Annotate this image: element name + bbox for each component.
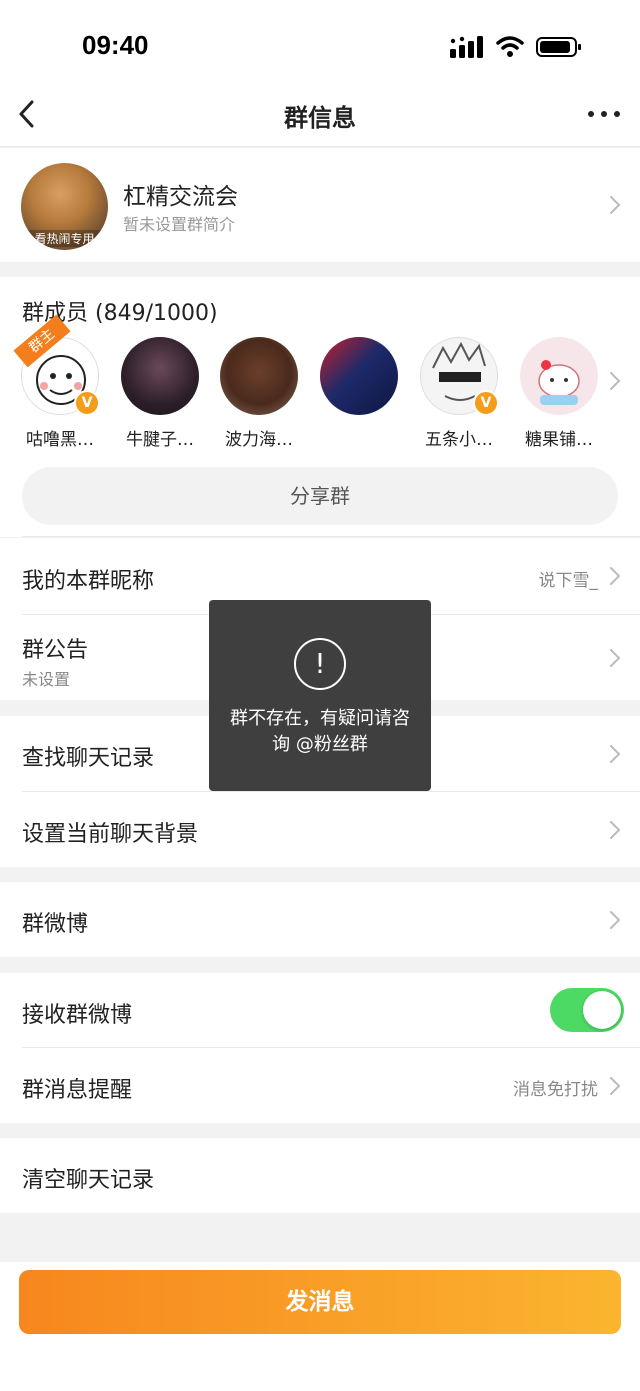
members-section: 群成员 (849/1000) V 咕噜黑… 牛腱子… 波力海… V 五条小… 糖… bbox=[0, 277, 640, 537]
group-avatar-caption: 看热闹专用 bbox=[21, 230, 108, 247]
receive-weibo-label: 接收群微博 bbox=[22, 1003, 133, 1028]
chevron-right-icon bbox=[610, 649, 621, 667]
member-item[interactable]: 糖果铺… bbox=[514, 337, 604, 450]
chevron-right-icon bbox=[610, 196, 621, 214]
nickname-value: 说下雪_ bbox=[538, 571, 599, 591]
avatar bbox=[320, 337, 398, 415]
chevron-right-icon bbox=[610, 745, 621, 763]
toggle-knob bbox=[583, 991, 621, 1029]
notice-label: 群公告 bbox=[22, 638, 89, 663]
group-description: 暂未设置群简介 bbox=[123, 215, 236, 234]
chevron-right-icon bbox=[610, 1077, 621, 1095]
clear-history-label: 清空聊天记录 bbox=[22, 1168, 155, 1193]
receive-weibo-row: 接收群微博 bbox=[0, 973, 640, 1047]
search-history-label: 查找聊天记录 bbox=[22, 746, 155, 771]
reminder-row[interactable]: 群消息提醒 消息免打扰 bbox=[0, 1048, 640, 1123]
signal-icon bbox=[450, 36, 483, 58]
member-name: 牛腱子… bbox=[126, 430, 194, 450]
toast-message: 群不存在，有疑问请咨询 @粉丝群 bbox=[230, 708, 410, 755]
chevron-right-icon bbox=[610, 911, 621, 929]
member-name: 波力海… bbox=[225, 430, 293, 450]
divider bbox=[22, 536, 640, 537]
status-icons bbox=[450, 35, 582, 59]
verified-badge: V bbox=[473, 390, 499, 416]
member-name: 咕噜黑… bbox=[26, 430, 94, 450]
wifi-icon bbox=[496, 36, 524, 57]
error-toast: ! 群不存在，有疑问请咨询 @粉丝群 bbox=[209, 600, 431, 791]
group-avatar: 看热闹专用 bbox=[21, 163, 108, 250]
chevron-right-icon bbox=[610, 821, 621, 839]
page-title: 群信息 bbox=[284, 104, 356, 132]
chevron-right-icon bbox=[610, 567, 621, 585]
reminder-label: 群消息提醒 bbox=[22, 1078, 133, 1103]
settings-group-3: 接收群微博 群消息提醒 消息免打扰 bbox=[0, 973, 640, 1123]
avatar: V bbox=[420, 337, 499, 416]
background-label: 设置当前聊天背景 bbox=[22, 822, 199, 847]
chevron-right-icon[interactable] bbox=[608, 370, 622, 392]
notice-sub: 未设置 bbox=[22, 670, 71, 689]
battery-icon bbox=[536, 37, 581, 57]
avatar bbox=[121, 337, 199, 415]
status-bar: 09:40 bbox=[0, 0, 640, 90]
background-row[interactable]: 设置当前聊天背景 bbox=[0, 792, 640, 867]
avatar bbox=[220, 337, 298, 415]
reminder-value: 消息免打扰 bbox=[513, 1080, 598, 1100]
member-item[interactable]: V 五条小… bbox=[414, 337, 504, 450]
group-weibo-row[interactable]: 群微博 bbox=[0, 882, 640, 957]
group-name: 杠精交流会 bbox=[123, 184, 238, 210]
group-weibo-label: 群微博 bbox=[22, 912, 89, 937]
member-item[interactable]: 波力海… bbox=[214, 337, 304, 450]
group-header[interactable]: 看热闹专用 杠精交流会 暂未设置群简介 bbox=[0, 148, 640, 262]
verified-badge: V bbox=[74, 390, 100, 416]
more-icon[interactable] bbox=[586, 102, 622, 126]
clear-history-row[interactable]: 清空聊天记录 bbox=[0, 1138, 640, 1213]
share-group-button[interactable]: 分享群 bbox=[22, 467, 618, 525]
member-item[interactable] bbox=[314, 337, 404, 425]
alert-icon: ! bbox=[294, 638, 346, 690]
send-message-button[interactable]: 发消息 bbox=[19, 1270, 621, 1334]
member-name: 糖果铺… bbox=[525, 430, 593, 450]
receive-weibo-toggle[interactable] bbox=[550, 988, 624, 1032]
nickname-label: 我的本群昵称 bbox=[22, 569, 155, 594]
avatar bbox=[520, 337, 598, 415]
member-item[interactable]: 牛腱子… bbox=[115, 337, 205, 450]
avatar-drawing bbox=[538, 360, 580, 405]
nav-bar: 群信息 bbox=[0, 80, 640, 147]
status-time: 09:40 bbox=[82, 30, 149, 60]
member-name: 五条小… bbox=[425, 430, 493, 450]
